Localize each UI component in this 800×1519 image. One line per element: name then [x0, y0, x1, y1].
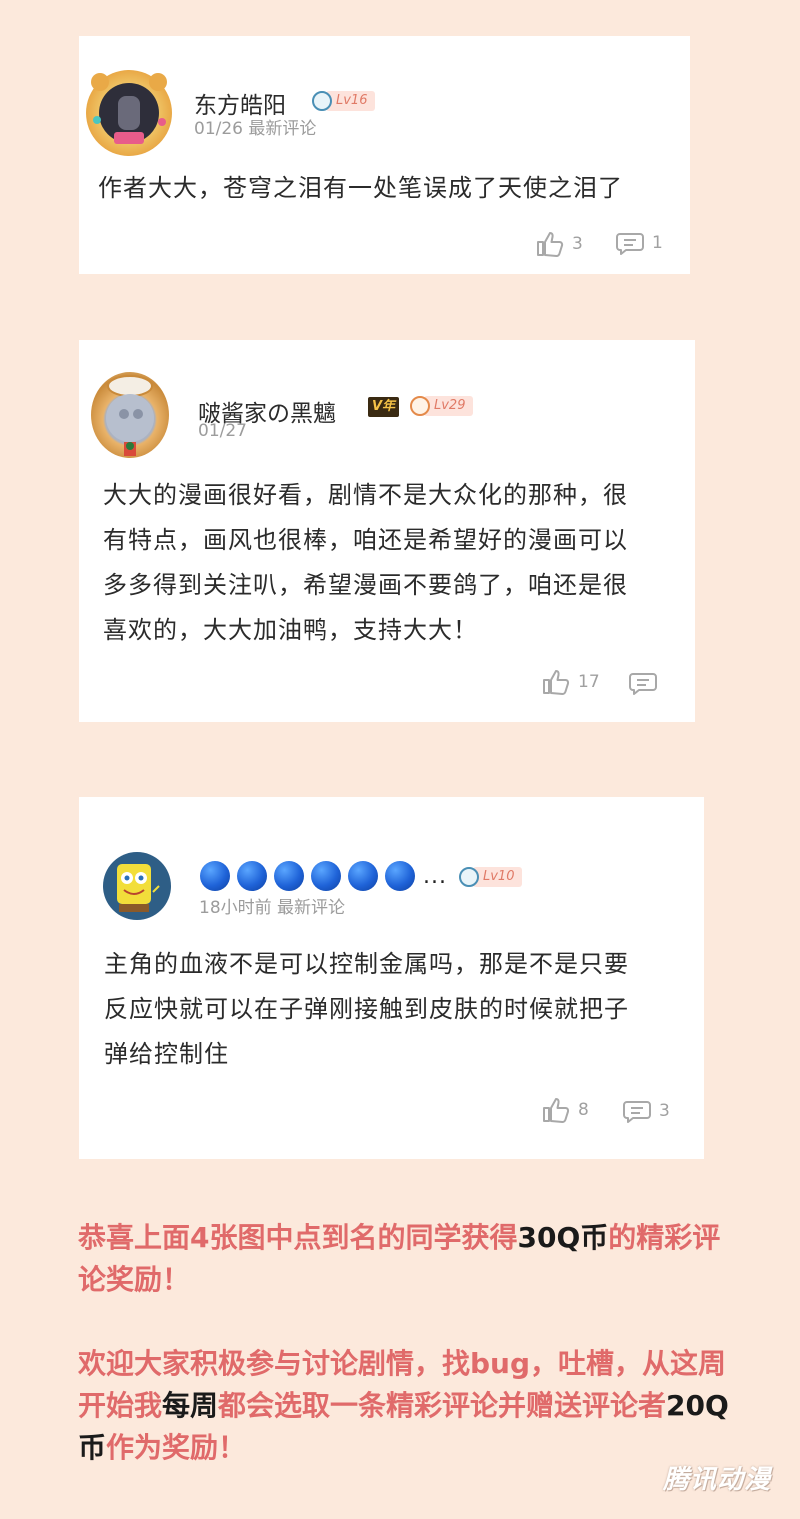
- level-globe-icon: [312, 91, 332, 111]
- notice-text: 都会选取一条精彩评论并赠送评论者: [218, 1389, 667, 1422]
- teddy-bear-frame-avatar[interactable]: [86, 70, 172, 156]
- comment-bubble-icon: [616, 233, 644, 255]
- like-count: 8: [578, 1100, 589, 1120]
- reply-button[interactable]: 3: [623, 1099, 670, 1123]
- blue-circle-emoji: [348, 861, 378, 891]
- weekly-notice: 欢迎大家积极参与讨论剧情，找bug，吐槽，从这周开始我每周都会选取一条精彩评论并…: [78, 1343, 738, 1469]
- comment-meta: 01/26 最新评论: [194, 119, 317, 139]
- award-notice: 恭喜上面4张图中点到名的同学获得30Q币的精彩评论奖励！: [78, 1217, 738, 1301]
- comment-text: 主角的血液不是可以控制金属吗，那是不是只要 反应快就可以在子弹刚接触到皮肤的时候…: [104, 942, 699, 1077]
- notice-highlight: 每周: [162, 1389, 219, 1422]
- comment-card-3: ... Lv10 18小时前 最新评论 主角的血液不是可以控制金属吗，那是不是只…: [79, 797, 704, 1159]
- blue-circle-emoji: [200, 861, 230, 891]
- notice-text: 作为奖励！: [106, 1431, 247, 1464]
- like-button[interactable]: 3: [536, 231, 583, 257]
- comment-card-1: 东方皓阳 Lv16 01/26 最新评论 作者大大，苍穹之泪有一处笔误成了天使之…: [79, 36, 690, 274]
- notice-highlight: 30Q币: [517, 1221, 609, 1254]
- username-emoji-dots[interactable]: ...: [200, 861, 447, 891]
- level-badge: Lv16: [312, 90, 376, 112]
- reply-count: 3: [659, 1101, 670, 1121]
- blue-circle-emoji: [237, 861, 267, 891]
- comment-text-line: 大大的漫画很好看，剧情不是大众化的那种，很: [103, 481, 628, 509]
- comment-bubble-icon: [623, 1101, 651, 1123]
- comment-text-line: 有特点，画风也很棒，咱还是希望好的漫画可以: [103, 526, 628, 554]
- thumbs-up-icon: [543, 670, 570, 695]
- comment-text: 大大的漫画很好看，剧情不是大众化的那种，很 有特点，画风也很棒，咱还是希望好的漫…: [103, 473, 693, 653]
- thumbs-up-icon: [543, 1098, 570, 1123]
- comment-text-line: 弹给控制住: [104, 1040, 229, 1068]
- comment-bubble-icon: [629, 673, 657, 695]
- comment-text-line: 主角的血液不是可以控制金属吗，那是不是只要: [104, 950, 629, 978]
- comment-text: 作者大大，苍穹之泪有一处笔误成了天使之泪了: [98, 174, 623, 202]
- like-count: 17: [578, 672, 600, 692]
- comment-meta: 18小时前 最新评论: [199, 898, 346, 918]
- like-button[interactable]: 8: [542, 1097, 589, 1123]
- tencent-comics-watermark: 腾讯动漫: [662, 1465, 771, 1495]
- comment-text-line: 喜欢的，大大加油鸭，支持大大！: [103, 616, 478, 644]
- username-ellipsis: ...: [423, 863, 447, 889]
- notice-text: 恭喜上面4张图中点到名的同学获得: [78, 1221, 518, 1254]
- like-count: 3: [572, 234, 583, 254]
- level-globe-icon: [459, 867, 479, 887]
- cat-frame-avatar[interactable]: [91, 372, 169, 458]
- comment-card-2: 啵酱家の黑魑 V年 Lv29 01/27 大大的漫画很好看，剧情不是大众化的那种…: [79, 340, 695, 722]
- reply-button[interactable]: [629, 671, 665, 695]
- reply-button[interactable]: 1: [616, 231, 663, 255]
- blue-circle-emoji: [385, 861, 415, 891]
- comment-meta: 01/27: [198, 421, 247, 441]
- thumbs-up-icon: [537, 232, 564, 257]
- blue-circle-emoji: [274, 861, 304, 891]
- comment-text-line: 反应快就可以在子弹刚接触到皮肤的时候就把子: [104, 995, 629, 1023]
- level-badge: Lv10: [459, 866, 523, 888]
- annual-vip-badge: V年: [368, 397, 400, 417]
- reply-count: 1: [652, 233, 663, 253]
- spongebob-avatar[interactable]: [103, 852, 171, 920]
- level-badge: Lv29: [410, 395, 474, 417]
- comment-text-line: 多多得到关注叭，希望漫画不要鸽了，咱还是很: [103, 571, 628, 599]
- level-bear-icon: [410, 396, 430, 416]
- like-button[interactable]: 17: [542, 669, 600, 695]
- blue-circle-emoji: [311, 861, 341, 891]
